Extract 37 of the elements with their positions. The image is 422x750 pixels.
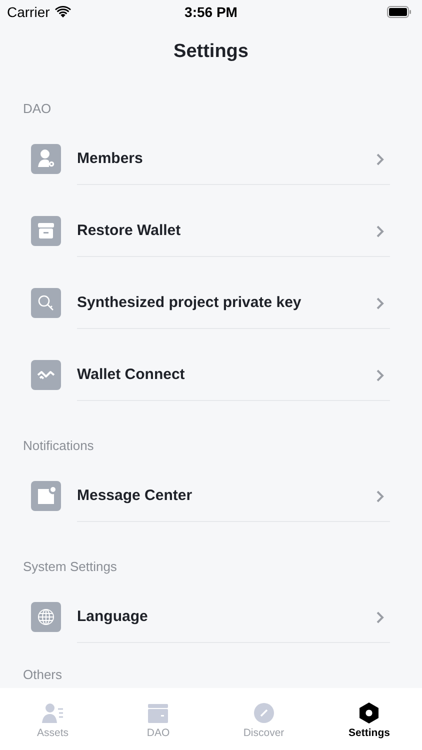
key-icon xyxy=(31,288,61,318)
row-label: Synthesized project private key xyxy=(77,293,302,313)
section-header: DAO xyxy=(23,100,52,118)
chevron-right-icon xyxy=(376,297,384,310)
chevron-right-icon xyxy=(376,611,384,624)
chevron-right-icon xyxy=(376,369,384,382)
battery-icon xyxy=(387,6,412,18)
chevron-right-icon xyxy=(376,490,384,503)
status-time: 3:56 PM xyxy=(184,4,238,20)
section-header: System Settings xyxy=(23,558,117,576)
message-icon xyxy=(31,481,61,511)
row-label: Message Center xyxy=(77,486,192,506)
row-label: Wallet Connect xyxy=(77,365,185,385)
globe-icon xyxy=(31,602,61,632)
carrier-name: Carrier xyxy=(7,4,50,20)
settings-row[interactable]: Members xyxy=(0,128,422,185)
wallet-icon xyxy=(146,701,170,725)
row-label: Language xyxy=(77,607,148,627)
chevron-right-icon xyxy=(376,225,384,238)
settings-row[interactable]: Message Center xyxy=(0,465,422,522)
settings-row[interactable]: Restore Wallet xyxy=(0,200,422,257)
tab-item[interactable]: Settings xyxy=(316,688,422,750)
chevron-right-icon xyxy=(376,153,384,166)
settings-row[interactable]: Wallet Connect xyxy=(0,344,422,401)
wifi-icon xyxy=(54,6,71,18)
person-gear-icon xyxy=(31,144,61,174)
section-header: Others xyxy=(23,666,62,684)
archive-box-icon xyxy=(31,216,61,246)
page-title: Settings xyxy=(174,40,248,62)
wave-icon xyxy=(31,360,61,390)
section-header: Notifications xyxy=(23,437,94,455)
hexagon-icon xyxy=(357,701,382,725)
person-list-icon xyxy=(40,701,65,725)
settings-row[interactable]: Language xyxy=(0,586,422,643)
settings-row[interactable]: Synthesized project private key xyxy=(0,272,422,329)
row-label: Members xyxy=(77,149,143,169)
row-label: Restore Wallet xyxy=(77,221,181,241)
